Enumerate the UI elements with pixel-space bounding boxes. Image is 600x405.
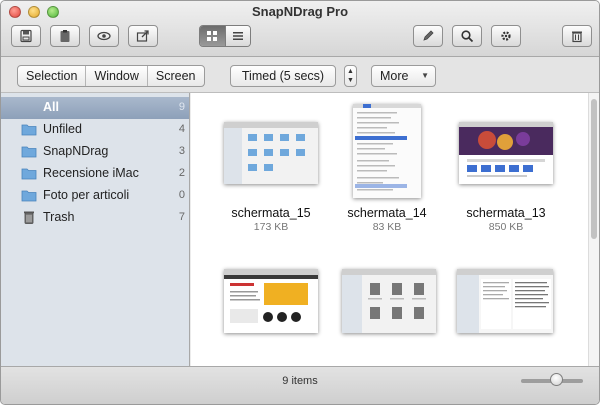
- sidebar: All 9 Unfiled 4 SnapNDrag 3 Recensione i…: [1, 93, 190, 366]
- screenshot-thumbnail[interactable]: [457, 269, 553, 333]
- screenshot-preview: [353, 104, 421, 198]
- search-icon: [461, 30, 474, 43]
- screenshot-thumbnail[interactable]: [224, 122, 318, 184]
- screenshot-preview: [224, 269, 318, 333]
- sidebar-item-count: 7: [178, 211, 185, 223]
- screenshot-name: schermata_13: [466, 206, 546, 220]
- eye-icon: [97, 31, 111, 41]
- timer-stepper[interactable]: ▲ ▼: [344, 65, 357, 87]
- sidebar-item-label: Recensione iMac: [43, 166, 139, 180]
- sidebar-item-label: SnapNDrag: [43, 144, 109, 158]
- screenshot-grid: schermata_15 173 KB schermata_14 83 KB s…: [191, 93, 588, 366]
- sidebar-item-foto-per-articoli[interactable]: Foto per articoli 0: [1, 185, 189, 207]
- sidebar-item-label: Foto per articoli: [43, 188, 130, 202]
- folder-icon: [21, 190, 37, 202]
- view-mode-toggle: [199, 25, 251, 47]
- window-title: SnapNDrag Pro: [251, 4, 349, 19]
- folder-icon: [21, 168, 37, 180]
- preview-button[interactable]: [89, 25, 119, 47]
- sidebar-item-label: Trash: [43, 210, 75, 224]
- grid-icon: [207, 31, 218, 41]
- timed-capture-button[interactable]: Timed (5 secs): [230, 65, 336, 87]
- scrollbar-thumb[interactable]: [591, 99, 597, 239]
- trash-icon: [572, 31, 582, 43]
- more-label: More: [380, 69, 409, 83]
- share-icon: [136, 30, 149, 42]
- status-bar: 9 items: [1, 366, 599, 404]
- capture-selection-button[interactable]: Selection: [18, 66, 85, 86]
- screenshot-thumbnail[interactable]: [459, 122, 553, 184]
- capture-mode-segment: Selection Window Screen: [17, 65, 205, 87]
- search-button[interactable]: [452, 25, 482, 47]
- screenshot-size: 173 KB: [253, 221, 289, 233]
- dropdown-arrow-icon: ▼: [421, 71, 429, 80]
- screenshot-thumbnail[interactable]: [224, 269, 318, 333]
- sidebar-item-label: All: [43, 100, 59, 114]
- clipboard-button[interactable]: [50, 25, 80, 47]
- sidebar-item-trash[interactable]: Trash 7: [1, 207, 189, 229]
- screenshot-preview: [342, 269, 436, 333]
- screenshot-name: schermata_15: [231, 206, 311, 220]
- screenshot-size: 850 KB: [488, 221, 524, 233]
- sidebar-item-count: 4: [178, 123, 185, 135]
- sidebar-item-all[interactable]: All 9: [1, 97, 189, 119]
- clipboard-icon: [60, 30, 70, 42]
- zoom-slider-knob[interactable]: [550, 373, 563, 386]
- vertical-scrollbar[interactable]: [588, 93, 599, 366]
- folder-icon: [21, 146, 37, 158]
- sidebar-item-snapndrag[interactable]: SnapNDrag 3: [1, 141, 189, 163]
- toolbar: SnapNDrag Pro: [1, 1, 599, 57]
- pencil-icon: [423, 30, 434, 41]
- delete-button[interactable]: [562, 25, 592, 47]
- save-icon: [20, 29, 32, 43]
- capture-window-button[interactable]: Window: [85, 66, 146, 86]
- save-button[interactable]: [11, 25, 41, 47]
- list-view-button[interactable]: [224, 26, 250, 46]
- sidebar-item-count: 9: [178, 101, 185, 113]
- sidebar-item-count: 2: [178, 167, 185, 179]
- gear-icon: [501, 31, 511, 41]
- screenshot-preview: [459, 122, 553, 184]
- capture-screen-button[interactable]: Screen: [146, 66, 204, 86]
- screenshot-size: 83 KB: [372, 221, 402, 233]
- list-icon: [232, 32, 243, 40]
- screenshot-preview: [457, 269, 553, 333]
- share-button[interactable]: [128, 25, 158, 47]
- screenshot-preview: [224, 122, 318, 184]
- sidebar-item-recensione-imac[interactable]: Recensione iMac 2: [1, 163, 189, 185]
- sidebar-item-label: Unfiled: [43, 122, 82, 136]
- capture-bar: Selection Window Screen Timed (5 secs) ▲…: [1, 57, 599, 93]
- app-window: SnapNDrag Pro Selection Window Screen Ti…: [0, 0, 600, 405]
- settings-button[interactable]: [491, 25, 521, 47]
- screenshot-thumbnail[interactable]: [342, 269, 436, 333]
- folder-icon: [21, 124, 37, 136]
- items-count: 9 items: [282, 375, 318, 387]
- screenshot-thumbnail[interactable]: [353, 104, 421, 198]
- more-dropdown[interactable]: More ▼: [371, 65, 436, 87]
- screenshot-name: schermata_14: [347, 206, 427, 220]
- grid-view-button[interactable]: [200, 26, 225, 46]
- sidebar-item-count: 0: [178, 189, 185, 201]
- sidebar-item-unfiled[interactable]: Unfiled 4: [1, 119, 189, 141]
- edit-button[interactable]: [413, 25, 443, 47]
- trash-icon: [24, 211, 34, 224]
- sidebar-item-count: 3: [178, 145, 185, 157]
